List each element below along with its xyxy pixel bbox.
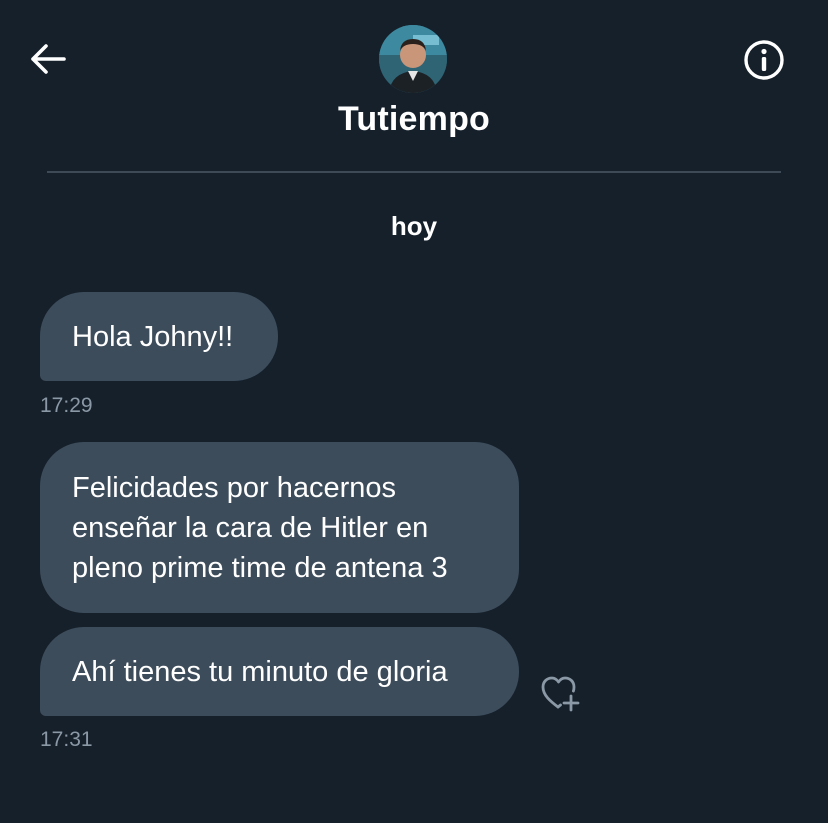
message-bubble[interactable]: Felicidades por hacernos enseñar la cara… bbox=[40, 442, 519, 613]
conversation-info-button[interactable] bbox=[738, 36, 790, 84]
heart-add-icon bbox=[541, 676, 580, 712]
avatar-image bbox=[379, 25, 447, 93]
message-bubble[interactable]: Ahí tienes tu minuto de gloria bbox=[40, 627, 519, 716]
message-timestamp: 17:29 bbox=[40, 394, 93, 417]
back-button[interactable] bbox=[22, 36, 74, 82]
arrow-left-icon bbox=[31, 44, 66, 74]
info-icon bbox=[744, 40, 784, 80]
message-bubble[interactable]: Hola Johny!! bbox=[40, 292, 278, 381]
message-line: enseñar la cara de Hitler en bbox=[72, 511, 429, 544]
message-text: Hola Johny!! bbox=[72, 320, 234, 353]
date-separator: hoy bbox=[390, 211, 438, 241]
message-timestamp: 17:31 bbox=[40, 728, 93, 751]
message-text: Ahí tienes tu minuto de gloria bbox=[72, 655, 448, 688]
avatar[interactable] bbox=[379, 25, 447, 93]
header-divider bbox=[47, 171, 781, 173]
message-text: Felicidades por hacernos enseñar la cara… bbox=[72, 468, 448, 588]
contact-name[interactable]: Tutiempo bbox=[0, 100, 828, 139]
message-line: pleno prime time de antena 3 bbox=[72, 551, 448, 584]
message-line: Felicidades por hacernos bbox=[72, 471, 397, 504]
add-reaction-button[interactable] bbox=[536, 670, 586, 716]
